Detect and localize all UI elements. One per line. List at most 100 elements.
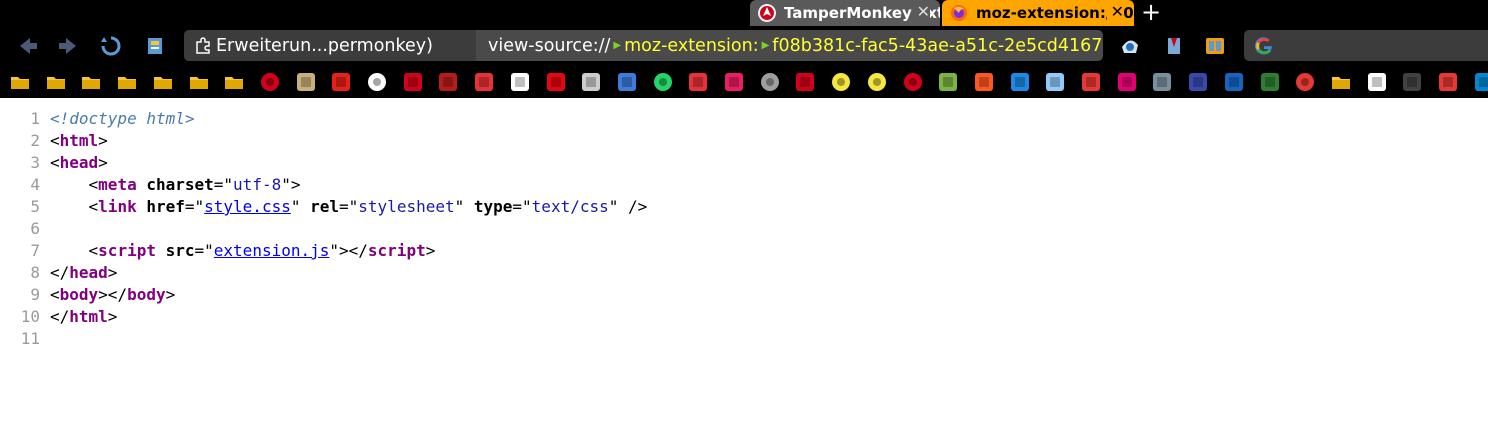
- line-number: 7: [30, 241, 40, 260]
- attr-name: type: [473, 197, 513, 216]
- extension-puzzle-icon: [196, 36, 210, 54]
- folder-icon[interactable]: [81, 72, 101, 92]
- line-number: 3: [30, 153, 40, 172]
- palm-icon[interactable]: [938, 72, 958, 92]
- telekom-icon[interactable]: [1117, 72, 1137, 92]
- tag-name: body: [127, 285, 166, 304]
- attr-name: src: [165, 241, 195, 260]
- reload-button[interactable]: [97, 32, 125, 60]
- attr-value: stylesheet: [358, 197, 455, 216]
- extension-icon-1: [1122, 40, 1138, 53]
- tag-name: link: [98, 197, 137, 216]
- cb-icon[interactable]: [1010, 72, 1030, 92]
- line-number: 9: [30, 285, 40, 304]
- arrows-icon[interactable]: [1188, 72, 1208, 92]
- folder-icon[interactable]: [10, 72, 30, 92]
- tag-name: head: [59, 153, 99, 172]
- url-path: f08b381c-fac5-43ae-a51c-2e5cd4167: [772, 35, 1103, 56]
- wp-icon[interactable]: [1367, 72, 1387, 92]
- source-line: 4 <meta charset="utf-8">: [0, 174, 1488, 196]
- ebay-icon[interactable]: [474, 72, 494, 92]
- source-line: 7 <script src="extension.js"></script>: [0, 240, 1488, 262]
- youtube-icon[interactable]: [331, 72, 351, 92]
- red-icon[interactable]: [438, 72, 458, 92]
- puzzle-icon[interactable]: [1045, 72, 1065, 92]
- attr-name: rel: [310, 197, 340, 216]
- pen-icon[interactable]: [1402, 72, 1422, 92]
- source-line: 9 <body></body>: [0, 284, 1488, 306]
- x-icon[interactable]: [403, 72, 423, 92]
- identity-label: Erweiterun...permonkey): [216, 35, 433, 56]
- folder-icon[interactable]: [46, 72, 66, 92]
- badge-icon[interactable]: [974, 72, 994, 92]
- extension-icon-2: [1168, 38, 1180, 54]
- url-text[interactable]: view-source:// ▶ moz-extension: ▶ f08b38…: [476, 36, 1102, 56]
- extension-button-1[interactable]: [1116, 32, 1144, 60]
- at-icon[interactable]: [367, 72, 387, 92]
- line-number: 8: [30, 263, 40, 282]
- source-line: 3 <head>: [0, 152, 1488, 174]
- bz-icon[interactable]: [296, 72, 316, 92]
- new-tab-button[interactable]: +: [1140, 0, 1162, 24]
- gh-icon[interactable]: [581, 72, 601, 92]
- folder-icon[interactable]: [153, 72, 173, 92]
- info-icon[interactable]: [1224, 72, 1244, 92]
- opera-icon[interactable]: [260, 72, 280, 92]
- extension-button-2[interactable]: [1160, 32, 1188, 60]
- source-line: 11: [0, 328, 1488, 350]
- folder-icon[interactable]: [1331, 72, 1351, 92]
- disc-icon[interactable]: [760, 72, 780, 92]
- attr-value: text/css: [531, 197, 609, 216]
- tab-tampermonkey[interactable]: TamperMonkey Extension ✕: [750, 0, 940, 26]
- url-separator-icon: ▶: [613, 40, 622, 51]
- tag-name: script: [98, 241, 156, 260]
- back-button[interactable]: [14, 32, 42, 60]
- folder-icon[interactable]: [117, 72, 137, 92]
- smiley-icon[interactable]: [831, 72, 851, 92]
- red-box-icon[interactable]: [1081, 72, 1101, 92]
- line-number: 4: [30, 175, 40, 194]
- whatsapp-icon[interactable]: [653, 72, 673, 92]
- identity-box[interactable]: Erweiterun...permonkey): [184, 30, 476, 61]
- tab-strip: TamperMonkey Extension ✕ moz-extension:/…: [0, 0, 1488, 26]
- forward-button[interactable]: [54, 32, 82, 60]
- smiley-icon[interactable]: [867, 72, 887, 92]
- person-icon[interactable]: [1152, 72, 1172, 92]
- tag-name: head: [69, 263, 108, 282]
- amazon-icon[interactable]: [510, 72, 530, 92]
- tag-name: body: [59, 285, 99, 304]
- folder-icon[interactable]: [224, 72, 244, 92]
- line-number: 10: [20, 307, 40, 326]
- lips-icon[interactable]: [724, 72, 744, 92]
- google-icon: [1255, 37, 1272, 55]
- source-link[interactable]: style.css: [204, 197, 291, 216]
- extension-button-3[interactable]: [1201, 32, 1229, 60]
- bookmark-manager-button[interactable]: [141, 32, 169, 60]
- red-square-icon[interactable]: [795, 72, 815, 92]
- sh-icon[interactable]: [1295, 72, 1315, 92]
- bookmark-manager-icon: [148, 38, 162, 54]
- folder-icon[interactable]: [189, 72, 209, 92]
- source-line: 6: [0, 218, 1488, 240]
- chat-icon[interactable]: [1474, 72, 1488, 92]
- url-host: moz-extension:: [624, 35, 759, 56]
- line-number: 1: [30, 109, 40, 128]
- w3-icon[interactable]: [1260, 72, 1280, 92]
- tab-moz-extension[interactable]: moz-extension://f08b381c ✕: [942, 0, 1134, 26]
- source-line: 10 </html>: [0, 306, 1488, 328]
- source-view: 1 <!doctype html> 2 <html> 3 <head> 4 <meta…: [0, 98, 1488, 444]
- opera-icon[interactable]: [903, 72, 923, 92]
- m-icon[interactable]: [1438, 72, 1458, 92]
- url-bar[interactable]: Erweiterun...permonkey) view-source:// ▶…: [184, 30, 1103, 61]
- sparkasse-icon[interactable]: [546, 72, 566, 92]
- line-number: 11: [20, 329, 40, 348]
- monitor-icon[interactable]: [617, 72, 637, 92]
- tag-name: html: [69, 307, 108, 326]
- close-icon[interactable]: ✕: [912, 2, 930, 21]
- attr-value: utf-8: [233, 175, 282, 194]
- ebay-icon[interactable]: [688, 72, 708, 92]
- source-link[interactable]: extension.js: [214, 241, 330, 260]
- search-bar[interactable]: [1244, 30, 1488, 61]
- close-icon[interactable]: ✕: [1106, 2, 1124, 21]
- firefox-icon: [951, 5, 967, 21]
